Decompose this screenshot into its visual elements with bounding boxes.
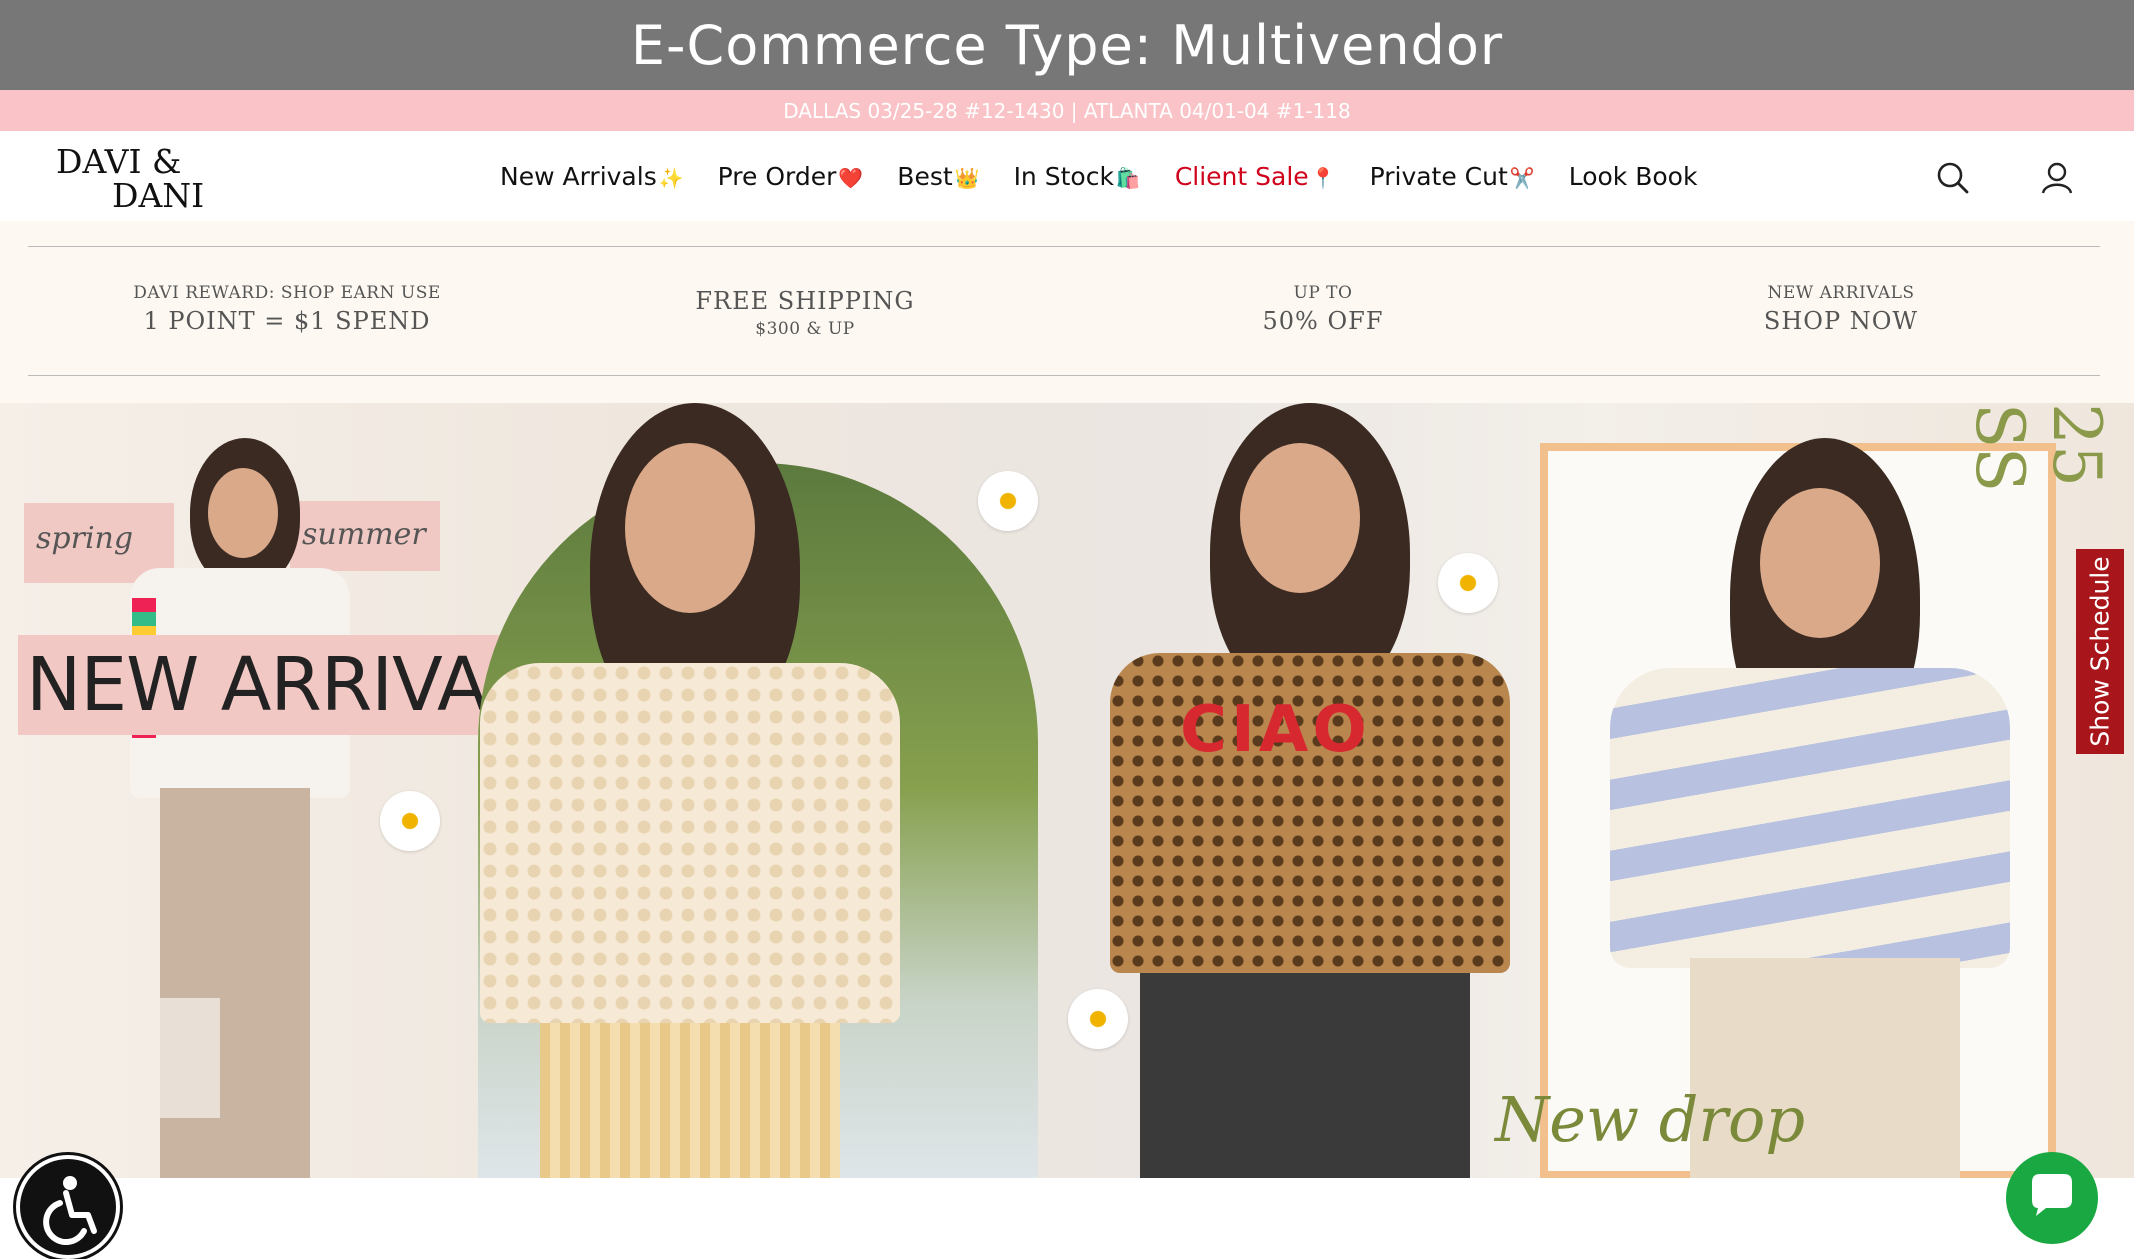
main-menu: New Arrivals ✨ Pre Order ❤️ Best 👑 In Stock… xyxy=(500,131,1731,221)
perk-rewards[interactable]: DAVI REWARD: SHOP EARN USE 1 POINT = $1 … xyxy=(28,247,546,375)
menu-label: New Arrivals xyxy=(500,161,657,191)
shopping-bag-icon: 🛍️ xyxy=(1115,165,1141,190)
daisy-decor xyxy=(380,791,440,851)
menu-item-in-stock[interactable]: In Stock 🛍️ xyxy=(1014,162,1141,191)
daisy-decor xyxy=(978,471,1038,531)
search-icon[interactable] xyxy=(1936,161,1970,195)
menu-item-client-sale[interactable]: Client Sale 📍 xyxy=(1175,162,1336,191)
pin-icon: 📍 xyxy=(1310,165,1336,190)
perk-main: SHOP NOW xyxy=(1763,307,1919,335)
perk-new-arrivals[interactable]: NEW ARRIVALS SHOP NOW xyxy=(1582,247,2100,375)
spring-text: spring xyxy=(36,521,134,556)
show-schedule-label: Show Schedule xyxy=(2085,556,2115,747)
content-below-fold xyxy=(0,1178,2134,1234)
banner-text: E-Commerce Type: Multivendor xyxy=(630,13,1504,77)
daisy-decor xyxy=(1438,553,1498,613)
perks-row: DAVI REWARD: SHOP EARN USE 1 POINT = $1 … xyxy=(28,246,2100,376)
menu-item-pre-order[interactable]: Pre Order ❤️ xyxy=(718,162,864,191)
crown-icon: 👑 xyxy=(954,165,980,190)
model-3-image: CIAO xyxy=(1110,403,1510,1178)
menu-label: In Stock xyxy=(1013,161,1114,191)
menu-item-new-arrivals[interactable]: New Arrivals ✨ xyxy=(500,162,684,191)
perk-bottom: $300 & UP xyxy=(755,319,855,339)
accessibility-button[interactable] xyxy=(16,1155,120,1259)
logo-line-2: DANI xyxy=(112,176,205,215)
perk-top: DAVI REWARD: SHOP EARN USE xyxy=(133,283,441,303)
perks-strip: DAVI REWARD: SHOP EARN USE 1 POINT = $1 … xyxy=(0,221,2134,403)
perk-free-shipping[interactable]: FREE SHIPPING $300 & UP xyxy=(546,247,1064,375)
show-schedule-tab[interactable]: Show Schedule xyxy=(2076,549,2124,754)
daisy-decor xyxy=(1068,989,1128,1049)
shirt-text: CIAO xyxy=(1180,693,1371,767)
site-logo[interactable]: DAVI & DANI xyxy=(56,145,216,213)
promo-bar: DALLAS 03/25-28 #12-1430 | ATLANTA 04/01… xyxy=(0,90,2134,131)
perk-sale[interactable]: UP TO 50% OFF xyxy=(1064,247,1582,375)
model-2-image xyxy=(420,403,960,1178)
chat-button[interactable] xyxy=(2006,1152,2098,1244)
sparkles-icon: ✨ xyxy=(658,165,684,190)
season-label: 25 SS xyxy=(1961,403,2115,493)
heart-icon: ❤️ xyxy=(838,165,864,190)
user-icon[interactable] xyxy=(2040,161,2074,195)
model-1-image xyxy=(120,438,350,1178)
perk-main: 50% OFF xyxy=(1262,307,1384,335)
model-4-image xyxy=(1600,438,2020,1178)
perk-top: UP TO xyxy=(1293,283,1353,303)
menu-item-look-book[interactable]: Look Book xyxy=(1569,162,1698,191)
menu-label: Private Cut xyxy=(1369,161,1508,191)
accessibility-icon xyxy=(43,1176,97,1246)
perk-main: 1 POINT = $1 SPEND xyxy=(143,307,431,335)
chat-bubble-icon xyxy=(2032,1174,2072,1216)
hero-banner[interactable]: spring summer NEW ARRIVALS CIAO 25 SS Ne… xyxy=(0,403,2134,1178)
top-banner: E-Commerce Type: Multivendor xyxy=(0,0,2134,90)
perk-main: FREE SHIPPING xyxy=(695,287,915,315)
scissors-icon: ✂️ xyxy=(1509,165,1535,190)
menu-label: Pre Order xyxy=(717,161,837,191)
menu-item-best[interactable]: Best 👑 xyxy=(897,162,979,191)
site-header: DAVI & DANI New Arrivals ✨ Pre Order ❤️ Be… xyxy=(0,131,2134,221)
new-drop-text: New drop xyxy=(1495,1083,1806,1156)
menu-label: Best xyxy=(897,161,953,191)
perk-top: NEW ARRIVALS xyxy=(1767,283,1915,303)
promo-text[interactable]: DALLAS 03/25-28 #12-1430 | ATLANTA 04/01… xyxy=(783,99,1350,123)
menu-label: Look Book xyxy=(1568,161,1698,191)
menu-label: Client Sale xyxy=(1174,161,1309,191)
menu-item-private-cut[interactable]: Private Cut ✂️ xyxy=(1370,162,1535,191)
